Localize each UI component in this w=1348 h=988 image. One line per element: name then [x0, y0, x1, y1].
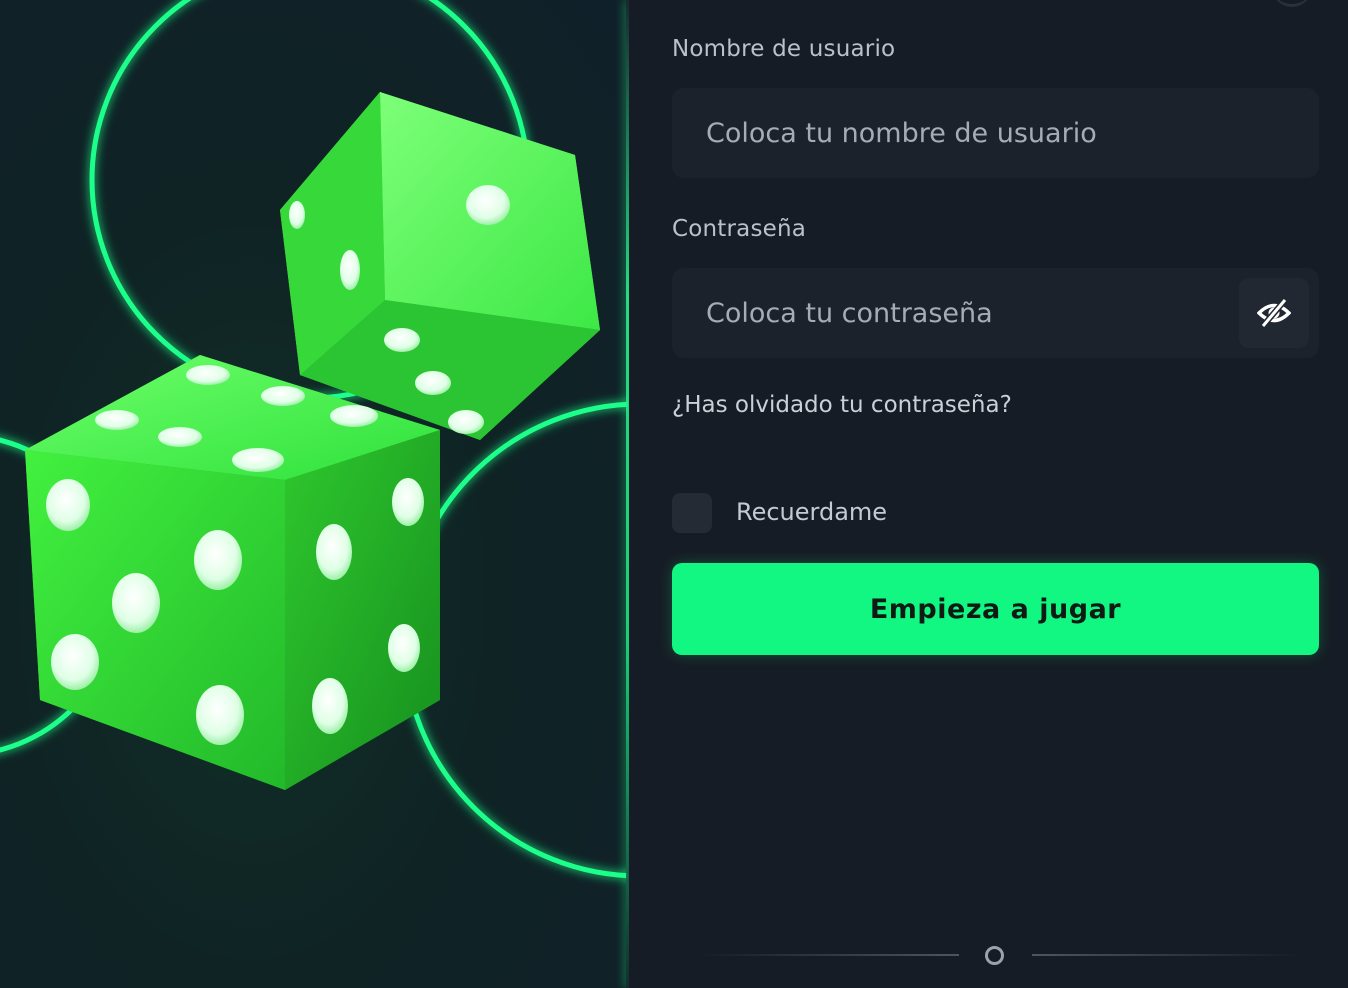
password-label: Contraseña	[672, 216, 807, 242]
separator-line-left	[699, 954, 959, 956]
dice-artwork	[0, 0, 628, 879]
password-input[interactable]	[672, 268, 1319, 358]
password-field-wrapper	[672, 268, 1319, 358]
top-corner-decoration	[1272, 0, 1312, 7]
username-label: Nombre de usuario	[672, 36, 896, 62]
password-visibility-toggle[interactable]	[1239, 278, 1309, 348]
start-playing-button[interactable]: Empieza a jugar	[672, 563, 1319, 655]
forgot-password-link[interactable]: ¿Has olvidado tu contraseña?	[672, 392, 1012, 418]
back-die	[280, 92, 600, 440]
username-field-wrapper	[672, 88, 1319, 178]
hero-illustration	[0, 0, 628, 988]
login-form: Nombre de usuario Contraseña ¿Has olvida…	[629, 0, 1348, 988]
remember-me-label[interactable]: Recuerdame	[736, 498, 887, 526]
login-screen: Nombre de usuario Contraseña ¿Has olvida…	[0, 0, 1348, 988]
separator-line-right	[1032, 954, 1300, 956]
username-input[interactable]	[672, 88, 1319, 178]
front-die	[25, 355, 440, 790]
ring-icon	[985, 946, 1004, 965]
eye-slash-icon	[1257, 298, 1291, 328]
remember-me-checkbox[interactable]	[672, 493, 712, 533]
